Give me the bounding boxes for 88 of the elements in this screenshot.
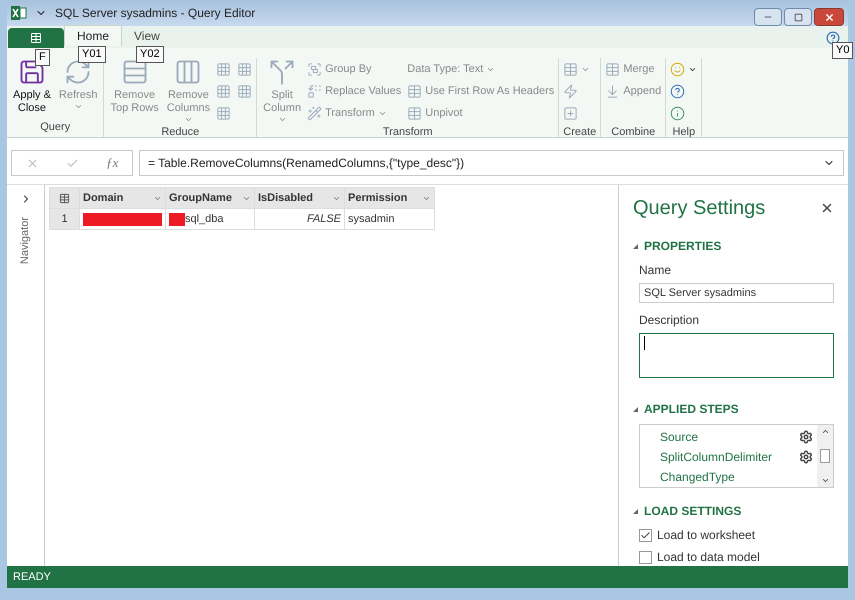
column-header[interactable]: Domain bbox=[80, 188, 166, 208]
checkbox-label: Load to worksheet bbox=[657, 527, 756, 544]
keytip-tooltip: F bbox=[35, 49, 50, 66]
navigator-pane[interactable]: Navigator bbox=[7, 185, 45, 566]
section-heading: PROPERTIES bbox=[644, 238, 722, 255]
ribbon-tab[interactable]: Home bbox=[64, 25, 122, 46]
scroll-thumb[interactable] bbox=[820, 449, 830, 463]
info-icon bbox=[670, 106, 686, 120]
group-icon bbox=[307, 62, 322, 76]
description-field[interactable] bbox=[639, 333, 834, 378]
grid-icon bbox=[237, 84, 252, 98]
wand-icon bbox=[307, 106, 322, 120]
window-title: SQL Server sysadmins - Query Editor bbox=[55, 5, 256, 22]
confirm-icon[interactable] bbox=[66, 156, 79, 170]
close-button[interactable] bbox=[814, 8, 844, 26]
append-icon bbox=[605, 84, 620, 98]
checkbox[interactable] bbox=[639, 528, 652, 542]
keytip-tooltip: Y02 bbox=[136, 46, 164, 63]
keytip-tooltip: Y0 bbox=[832, 42, 854, 59]
lightning-icon bbox=[563, 84, 578, 98]
grid-icon bbox=[237, 62, 252, 76]
table-cell: FALSE bbox=[254, 208, 344, 230]
column-header[interactable]: IsDisabled bbox=[254, 188, 344, 208]
panel-title: Query Settings bbox=[633, 196, 766, 221]
name-field[interactable]: SQL Server sysadmins bbox=[639, 283, 834, 303]
checkbox[interactable] bbox=[639, 550, 652, 564]
field-label: Name bbox=[639, 262, 672, 279]
group-label: Combine bbox=[610, 125, 656, 140]
save-icon bbox=[18, 58, 46, 86]
group-label: Create bbox=[563, 125, 596, 140]
table-cell-text: sysadmin bbox=[348, 212, 394, 227]
columns-icon bbox=[174, 58, 202, 86]
table-icon bbox=[30, 32, 42, 44]
scrollbar[interactable] bbox=[817, 425, 833, 487]
group-label: Query bbox=[39, 120, 72, 134]
applied-step[interactable]: SplitColumnDelimiter bbox=[660, 448, 772, 466]
plus-icon bbox=[563, 106, 578, 120]
redaction-bar bbox=[169, 212, 185, 226]
help-icon bbox=[670, 84, 686, 98]
collapse-icon[interactable] bbox=[633, 406, 638, 412]
smiley-icon bbox=[670, 62, 686, 76]
grid-icon bbox=[216, 62, 232, 76]
section-heading: LOAD SETTINGS bbox=[644, 503, 742, 520]
restore-button[interactable] bbox=[784, 8, 812, 26]
row-number: 1 bbox=[50, 208, 80, 230]
dropdown-icon bbox=[184, 115, 193, 124]
table-menu-icon[interactable] bbox=[59, 192, 70, 204]
settings-icon[interactable] bbox=[799, 430, 813, 444]
status-bar: READY bbox=[7, 566, 848, 588]
group-label: Transform bbox=[382, 125, 434, 140]
field-label: Description bbox=[639, 312, 700, 329]
grid-icon bbox=[216, 84, 232, 98]
keytip-tooltip: Y01 bbox=[78, 46, 106, 63]
close-icon[interactable] bbox=[820, 201, 834, 215]
spreadsheet-logo-icon bbox=[11, 5, 27, 21]
table-icon bbox=[563, 62, 578, 76]
grid-icon bbox=[216, 106, 232, 120]
section-heading: APPLIED STEPS bbox=[644, 401, 739, 418]
table-icon bbox=[407, 84, 422, 98]
dropdown-icon bbox=[278, 115, 287, 124]
file-tab[interactable] bbox=[8, 28, 64, 48]
split-icon bbox=[268, 58, 296, 86]
settings-icon[interactable] bbox=[799, 450, 813, 464]
scroll-down-icon[interactable] bbox=[820, 476, 830, 485]
group-label: Reduce bbox=[160, 125, 200, 140]
rows-icon bbox=[120, 58, 149, 86]
collapse-icon[interactable] bbox=[633, 508, 638, 514]
table-cell-text: sql_dba bbox=[185, 212, 224, 227]
group-label: Help bbox=[671, 125, 696, 140]
column-header[interactable]: GroupName bbox=[166, 188, 254, 208]
table-icon bbox=[407, 106, 422, 120]
applied-step[interactable]: ChangedType bbox=[660, 468, 735, 486]
help-icon[interactable] bbox=[826, 31, 840, 45]
refresh-icon bbox=[64, 58, 92, 86]
collapse-icon[interactable] bbox=[633, 244, 638, 248]
formula-field[interactable]: = Table.RemoveColumns(RenamedColumns,{"type_desc"}) bbox=[139, 150, 844, 176]
cancel-icon[interactable] bbox=[26, 156, 39, 170]
applied-step[interactable]: Source bbox=[660, 428, 698, 446]
dropdown-icon bbox=[74, 102, 83, 111]
restore-icon bbox=[794, 12, 802, 22]
table-icon bbox=[605, 62, 620, 76]
function-button[interactable]: ƒx bbox=[106, 153, 118, 173]
replace-icon bbox=[307, 84, 322, 98]
ribbon-tab[interactable]: View bbox=[122, 26, 172, 46]
checkbox-label: Load to data model bbox=[657, 549, 760, 566]
close-icon bbox=[824, 12, 834, 22]
column-header[interactable]: Permission bbox=[344, 188, 434, 208]
scroll-up-icon[interactable] bbox=[820, 427, 830, 436]
